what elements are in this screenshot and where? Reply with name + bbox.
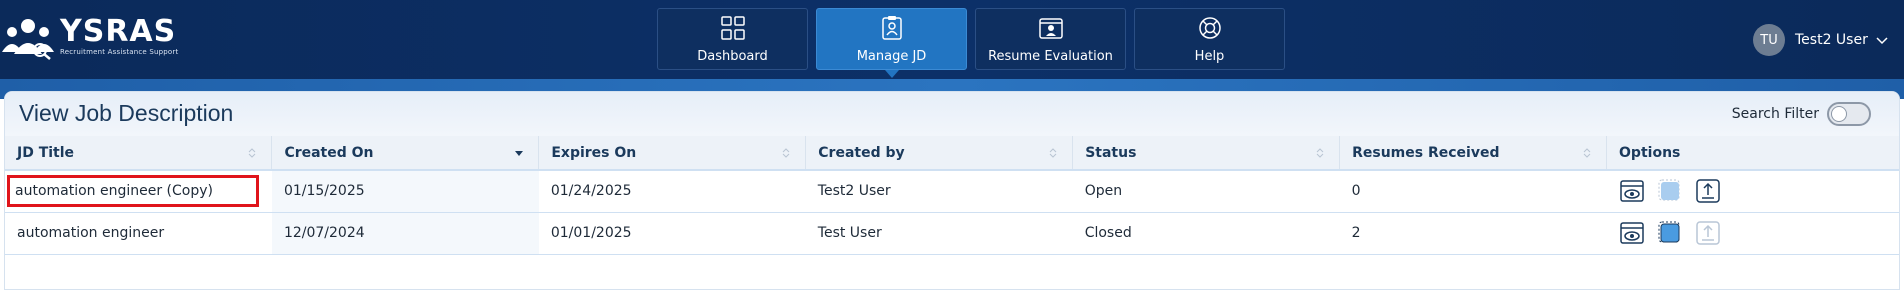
main-nav: Dashboard Manage JD Resume Evaluation He… [657, 8, 1285, 78]
highlighted-jd-title[interactable]: automation engineer (Copy) [7, 175, 259, 208]
cell-jd-title[interactable]: automation engineer (Copy) [5, 169, 272, 213]
user-name: Test2 User [1795, 32, 1868, 48]
col-resumes-received[interactable]: Resumes Received [1339, 136, 1608, 170]
logo-people-icon [0, 14, 56, 60]
col-created-on-label: Created On [284, 144, 374, 161]
upload-icon-disabled[interactable] [1695, 220, 1721, 246]
view-icon[interactable] [1619, 220, 1645, 246]
search-filter-toggle[interactable] [1827, 102, 1871, 126]
col-expires-on-label: Expires On [551, 144, 637, 161]
col-status[interactable]: Status [1072, 136, 1341, 170]
sort-desc-icon [515, 151, 524, 156]
cell-created-by: Test2 User [805, 169, 1073, 213]
cell-options [1606, 169, 1899, 213]
cell-jd-title[interactable]: automation engineer [5, 212, 272, 255]
jd-panel: View Job Description Search Filter JD Ti… [4, 91, 1900, 290]
cell-options [1606, 212, 1899, 255]
sort-icon [1316, 148, 1324, 158]
avatar: TU [1753, 24, 1785, 56]
nav-manage-jd[interactable]: Manage JD [816, 8, 967, 78]
app-subtitle: Recruitment Assistance Support [60, 48, 179, 56]
search-filter: Search Filter [1732, 102, 1871, 126]
copy-icon[interactable] [1657, 178, 1683, 204]
cell-status: Closed [1072, 212, 1340, 255]
cell-created-on: 12/07/2024 [271, 212, 539, 255]
cell-resumes: 2 [1339, 212, 1607, 255]
jd-table: JD Title Created On Expires On Created b… [5, 136, 1899, 255]
col-expires-on[interactable]: Expires On [538, 136, 807, 170]
cell-status: Open [1072, 169, 1340, 213]
sort-icon [1049, 148, 1057, 158]
col-status-label: Status [1085, 144, 1137, 161]
cell-created-by: Test User [805, 212, 1073, 255]
sort-icon [782, 148, 790, 158]
cell-expires-on: 01/01/2025 [538, 212, 806, 255]
lifebuoy-icon [1198, 16, 1221, 39]
col-resumes-received-label: Resumes Received [1352, 144, 1500, 161]
page-title: View Job Description [19, 100, 234, 126]
col-options-label: Options [1619, 144, 1681, 161]
col-jd-title-label: JD Title [17, 144, 75, 161]
cell-created-on: 01/15/2025 [271, 169, 539, 213]
table-row[interactable]: automation engineer 12/07/2024 01/01/202… [5, 212, 1899, 255]
view-icon[interactable] [1619, 178, 1645, 204]
grid-icon [720, 15, 745, 40]
col-jd-title[interactable]: JD Title [5, 136, 273, 170]
chevron-down-icon [1876, 37, 1888, 45]
nav-dashboard[interactable]: Dashboard [657, 8, 808, 70]
nav-help[interactable]: Help [1134, 8, 1285, 70]
table-row[interactable]: automation engineer (Copy) 01/15/2025 01… [5, 169, 1899, 213]
sort-icon [249, 148, 256, 158]
app-logo[interactable]: YSRAS Recruitment Assistance Support [0, 14, 178, 60]
id-card-icon [1038, 17, 1063, 39]
sort-icon [1583, 148, 1591, 158]
upload-icon[interactable] [1695, 178, 1721, 204]
nav-manage-jd-label: Manage JD [856, 48, 927, 64]
nav-help-label: Help [1194, 48, 1225, 64]
col-created-on[interactable]: Created On [271, 136, 540, 170]
app-name: YSRAS [60, 14, 177, 49]
nav-resume-evaluation-label: Resume Evaluation [988, 48, 1113, 64]
nav-dashboard-label: Dashboard [697, 48, 768, 64]
user-menu[interactable]: TU Test2 User [1753, 24, 1888, 56]
col-created-by-label: Created by [818, 144, 905, 161]
col-created-by[interactable]: Created by [805, 136, 1074, 170]
panel-header: View Job Description Search Filter [5, 92, 1899, 136]
table-header-row: JD Title Created On Expires On Created b… [5, 136, 1899, 170]
cell-resumes: 0 [1339, 169, 1607, 213]
search-filter-label: Search Filter [1731, 106, 1819, 122]
col-options: Options [1606, 136, 1899, 170]
top-bar: YSRAS Recruitment Assistance Support Das… [0, 0, 1904, 79]
toggle-knob [1831, 106, 1847, 122]
cell-expires-on: 01/24/2025 [538, 169, 806, 213]
copy-icon[interactable] [1657, 220, 1683, 246]
nav-resume-evaluation[interactable]: Resume Evaluation [975, 8, 1126, 70]
clipboard-icon [881, 15, 902, 40]
